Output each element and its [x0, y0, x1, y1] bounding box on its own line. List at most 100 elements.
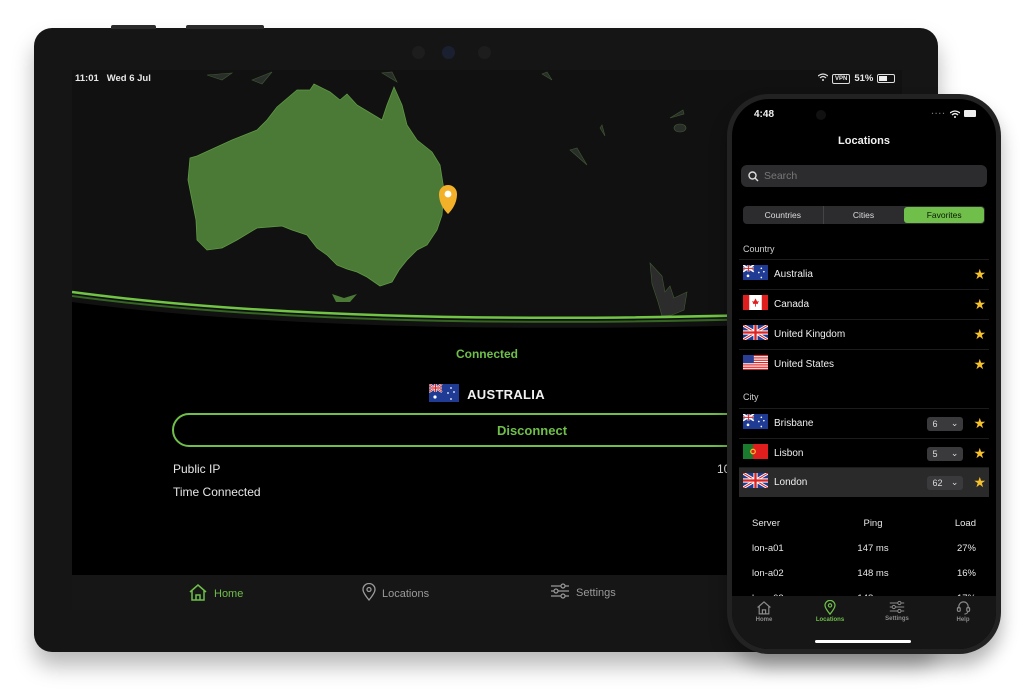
- tab-label: Locations: [382, 587, 430, 600]
- server-count: 6: [932, 418, 938, 429]
- tablet-button: [111, 25, 156, 29]
- wifi-icon: [950, 109, 960, 118]
- tab-settings[interactable]: Settings: [550, 583, 616, 602]
- wifi-icon: [817, 73, 829, 84]
- search-input[interactable]: Search: [741, 165, 987, 187]
- segmented-control: Countries Cities Favorites: [743, 206, 985, 224]
- server-load: 27%: [956, 543, 976, 554]
- tab-label: Home: [755, 617, 773, 623]
- search-icon: [748, 170, 759, 181]
- server-name: lon-a02: [752, 568, 784, 579]
- column-header: Load: [954, 518, 976, 529]
- sliders-icon: [550, 583, 570, 602]
- search-placeholder: Search: [764, 170, 798, 182]
- public-ip-label: Public IP: [173, 462, 221, 476]
- island: [673, 123, 687, 133]
- home-icon: [188, 583, 208, 604]
- tab-locations[interactable]: Locations: [805, 600, 855, 623]
- server-count: 62: [932, 477, 943, 488]
- status-indicators: VPN 51%: [817, 73, 896, 84]
- uk-flag-icon: [742, 471, 769, 493]
- australia-flag-icon: [742, 263, 768, 285]
- tab-home[interactable]: Home: [739, 600, 789, 623]
- list-item-united-states[interactable]: United States ★: [739, 349, 989, 379]
- portugal-flag-icon: [743, 443, 768, 464]
- city-name: Brisbane: [774, 418, 814, 429]
- server-count-dropdown[interactable]: 6 ⌄: [927, 416, 964, 431]
- favorite-star-icon[interactable]: ★: [973, 474, 986, 491]
- favorite-star-icon[interactable]: ★: [973, 415, 986, 432]
- uk-flag-icon: [742, 323, 769, 345]
- tab-home[interactable]: Home: [188, 583, 243, 604]
- server-count-dropdown[interactable]: 5 ⌄: [927, 446, 964, 461]
- home-indicator[interactable]: [815, 640, 911, 643]
- chevron-down-icon: ⌄: [950, 477, 959, 487]
- city-name: London: [774, 477, 808, 488]
- favorite-star-icon[interactable]: ★: [973, 356, 986, 373]
- favorite-star-icon[interactable]: ★: [973, 296, 986, 313]
- camera-icon: [442, 46, 455, 59]
- page-title: Locations: [838, 135, 890, 147]
- segment-favorites[interactable]: Favorites: [904, 207, 985, 223]
- chevron-down-icon: ⌄: [950, 418, 959, 428]
- list-item-brisbane[interactable]: Brisbane 6 ⌄ ★: [739, 408, 989, 438]
- column-header: Server: [752, 518, 780, 529]
- sensor: [412, 46, 425, 59]
- list-item-canada[interactable]: Canada ★: [739, 289, 989, 319]
- server-ping: 148 ms: [857, 568, 889, 579]
- tab-label: Locations: [815, 617, 845, 623]
- country-name: Australia: [774, 269, 813, 280]
- list-item-lisbon[interactable]: Lisbon 5 ⌄ ★: [739, 438, 989, 468]
- table-row[interactable]: lon-a02 148 ms 16%: [752, 561, 976, 586]
- country-name: Canada: [774, 299, 810, 310]
- tab-label: Settings: [885, 616, 909, 622]
- vpn-badge: VPN: [832, 73, 851, 84]
- segment-countries[interactable]: Countries: [743, 206, 824, 224]
- server-ping: 147 ms: [857, 543, 889, 554]
- server-count-dropdown[interactable]: 62 ⌄: [927, 475, 964, 490]
- column-header: Ping: [863, 518, 883, 529]
- tab-help[interactable]: Help: [938, 600, 988, 623]
- tablet-button: [186, 25, 264, 29]
- us-flag-icon: [743, 354, 768, 375]
- list-item-london[interactable]: London 62 ⌄ ★: [739, 467, 989, 497]
- chevron-down-icon: ⌄: [950, 448, 959, 458]
- canada-flag-icon: [743, 294, 768, 315]
- status-time: 11:01 Wed 6 Jul: [75, 73, 151, 84]
- favorite-star-icon[interactable]: ★: [973, 326, 986, 343]
- country-name: United States: [774, 359, 835, 370]
- sliders-icon: [889, 600, 905, 614]
- tab-settings[interactable]: Settings: [872, 600, 922, 622]
- phone-device: 4:48 ···· Locations Search Countries Cit…: [727, 94, 1001, 654]
- country-name: AUSTRALIA: [467, 387, 545, 402]
- home-icon: [757, 601, 771, 615]
- table-row[interactable]: lon-a01 147 ms 27%: [752, 536, 976, 561]
- signal-icon: ····: [931, 109, 946, 118]
- server-count: 5: [932, 448, 938, 459]
- location-pin-icon: [824, 600, 836, 615]
- favorite-star-icon[interactable]: ★: [973, 266, 986, 283]
- location-pin-icon: [362, 582, 376, 604]
- battery-icon: [964, 110, 976, 117]
- tab-locations[interactable]: Locations: [362, 582, 430, 604]
- tab-label: Settings: [576, 586, 616, 599]
- country-name: United Kingdom: [774, 329, 846, 340]
- favorite-star-icon[interactable]: ★: [973, 445, 986, 462]
- australia-flag-icon: [428, 383, 460, 405]
- section-header-city: City: [743, 392, 759, 402]
- list-item-australia[interactable]: Australia ★: [739, 259, 989, 289]
- server-table-header: Server Ping Load: [752, 511, 976, 536]
- status-bar: 11:01 Wed 6 Jul VPN 51%: [72, 70, 902, 88]
- tab-label: Home: [214, 587, 244, 600]
- list-item-united-kingdom[interactable]: United Kingdom ★: [739, 319, 989, 349]
- segment-cities[interactable]: Cities: [824, 206, 904, 224]
- time-connected-label: Time Connected: [173, 485, 261, 499]
- australia-flag-icon: [742, 412, 768, 434]
- phone-screen: 4:48 ···· Locations Search Countries Cit…: [732, 99, 996, 649]
- front-camera: [816, 110, 826, 120]
- headset-icon: [956, 601, 970, 615]
- battery-percent: 51%: [854, 73, 874, 84]
- tab-label: Help: [956, 617, 970, 623]
- server-load: 16%: [956, 568, 976, 579]
- city-name: Lisbon: [774, 448, 804, 459]
